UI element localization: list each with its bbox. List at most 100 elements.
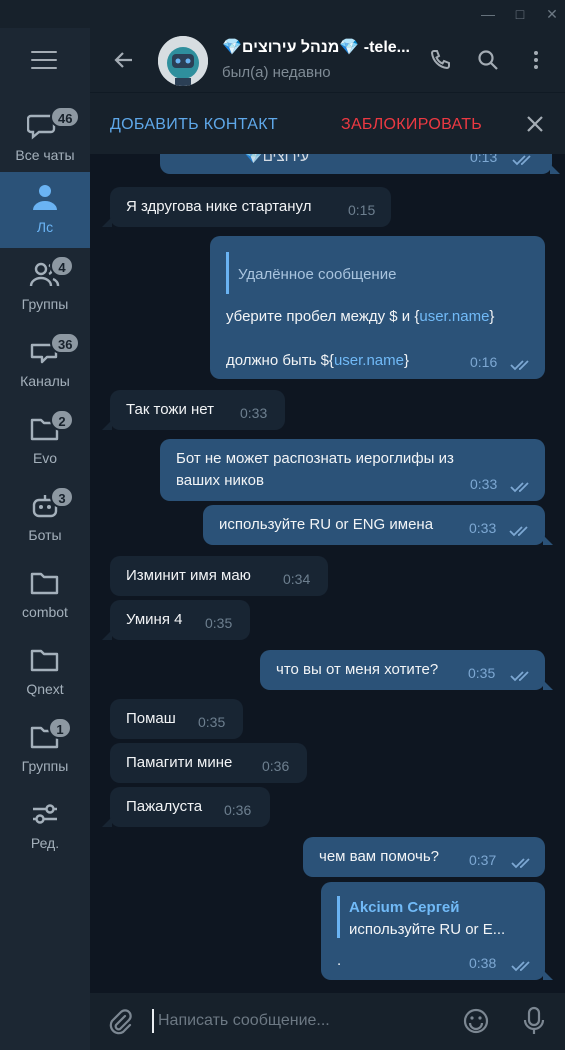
folder-qnext[interactable]: Qnext [0,634,90,710]
read-checkmarks-icon [511,961,530,972]
message-text: 💎עירוצים [244,154,310,165]
message-time: 0:15 [348,202,376,218]
read-checkmarks-icon [510,360,529,371]
message-outgoing[interactable]: Бот не может распознать иероглифы из ваш… [160,439,545,501]
reply-quote[interactable] [226,252,229,294]
close-icon[interactable] [526,115,544,133]
message-list[interactable]: 💎עירוצים 0:13 Я здругова нике стартанул … [90,154,565,993]
folder-label: Все чаты [15,147,75,163]
folder-ls[interactable]: Лс [0,172,90,248]
message-text: Так тожи нет [126,401,215,418]
read-checkmarks-icon [510,671,529,682]
folder-label: Лс [36,219,54,235]
message-text: Пажалуста [126,798,203,815]
message-incoming[interactable]: Пажалуста 0:36 [102,787,270,827]
message-incoming[interactable]: Уминя 4 0:35 [102,600,250,640]
emoji-icon[interactable] [462,1007,490,1035]
message-time: 0:37 [469,852,497,868]
message-text: должно быть ${user.name} [226,352,409,369]
folder-label: Qnext [26,681,64,697]
close-window-icon[interactable]: ✕ [542,4,562,24]
block-button[interactable]: ЗАБЛОКИРОВАТЬ [341,116,482,134]
read-checkmarks-icon [509,526,528,537]
message-time: 0:35 [468,665,496,681]
maximize-icon[interactable]: □ [510,4,530,24]
message-incoming[interactable]: Памагити мине 0:36 [110,743,307,783]
message-text: что вы от меня хотите? [276,661,439,678]
message-text: Уминя 4 [126,611,183,628]
chat-title[interactable]: 💎מנהל עירוצים💎 -tele... [222,37,422,57]
folder-label: Группы [21,296,69,312]
unread-badge: 46 [50,106,81,128]
message-outgoing[interactable]: используйте RU or ENG имена 0:33 [203,505,553,545]
folder-label: Evo [32,450,58,466]
message-time: 0:16 [470,354,498,370]
message-time: 0:13 [470,154,498,165]
message-input[interactable] [152,1009,452,1033]
message-incoming[interactable]: Так тожи нет 0:33 [102,390,285,430]
search-icon[interactable] [476,48,500,72]
folder-bots[interactable]: 3 Боты [0,480,90,556]
minimize-icon[interactable]: — [478,4,498,24]
message-outgoing[interactable]: 💎עירוצים 0:13 [160,154,560,174]
folder-channels[interactable]: 36 Каналы [0,326,90,402]
folder-all-chats[interactable]: 46 Все чаты [0,100,90,176]
message-text: Бот не может распознать иероглифы из [176,450,454,467]
reply-author: Akcium Сергей [349,899,460,916]
attach-paperclip-icon[interactable] [106,1007,134,1035]
folder-evo[interactable]: 2 Evo [0,403,90,479]
message-text: Я здругова нике стартанул [126,198,312,215]
message-outgoing[interactable]: чем вам помочь? 0:37 [303,837,545,877]
message-text: Помаш [126,710,176,727]
folder-groups[interactable]: 4 Группы [0,249,90,325]
quoted-text: используйте RU or E... [349,921,506,938]
message-time: 0:35 [198,714,226,730]
folder-label: combot [22,604,68,620]
message-time: 0:36 [262,758,290,774]
quoted-text: Удалённое сообщение [238,266,397,283]
bot-avatar-icon [158,36,208,86]
message-incoming[interactable]: Изминит имя маю 0:34 [110,556,328,596]
hamburger-menu-icon[interactable] [31,51,57,71]
reply-quote[interactable] [337,896,340,938]
folder-icon [30,649,59,672]
message-outgoing[interactable]: Удалённое сообщение уберите пробел между… [210,236,545,379]
message-text: . [337,952,342,969]
message-time: 0:38 [469,955,497,971]
person-icon [33,185,57,210]
add-contact-button[interactable]: ДОБАВИТЬ КОНТАКТ [110,116,278,134]
message-time: 0:33 [240,405,268,421]
chat-header: 💎מנהל עירוצים💎 -tele... был(а) недавно [90,28,565,92]
chat-status: был(а) недавно [222,64,331,81]
message-incoming[interactable]: Я здругова нике стартанул 0:15 [102,187,391,227]
phone-icon[interactable] [428,48,452,72]
folder-label: Группы [21,758,69,774]
message-text: используйте RU or ENG имена [219,516,434,533]
message-outgoing[interactable]: Akcium Сергей используйте RU or E... . 0… [321,882,553,980]
folder-icon [30,572,59,595]
read-checkmarks-icon [512,155,531,166]
message-time: 0:34 [283,571,311,587]
folder-combot[interactable]: combot [0,557,90,633]
unread-badge: 4 [50,255,74,277]
back-arrow-icon[interactable] [112,48,136,72]
message-incoming[interactable]: Помаш 0:35 [110,699,243,739]
more-vertical-icon[interactable] [524,48,548,72]
folder-label: Каналы [20,373,70,389]
message-outgoing[interactable]: что вы от меня хотите? 0:35 [260,650,553,690]
folder-edit[interactable]: Ред. [0,788,90,864]
folder-groups-2[interactable]: 1 Группы [0,711,90,787]
unread-badge: 36 [50,332,81,354]
message-time: 0:36 [224,802,252,818]
message-text: Изминит имя маю [126,567,251,584]
edit-sliders-icon [33,804,57,824]
unread-badge: 3 [50,486,74,508]
message-text: уберите пробел между $ и {user.name} [226,308,495,325]
unread-badge: 2 [50,409,74,431]
microphone-icon[interactable] [522,1005,546,1037]
message-time: 0:33 [469,520,497,536]
contact-action-bar: ДОБАВИТЬ КОНТАКТ ЗАБЛОКИРОВАТЬ [90,92,565,154]
avatar[interactable] [158,36,208,86]
folder-label: Боты [28,527,62,543]
message-time: 0:33 [470,476,498,492]
